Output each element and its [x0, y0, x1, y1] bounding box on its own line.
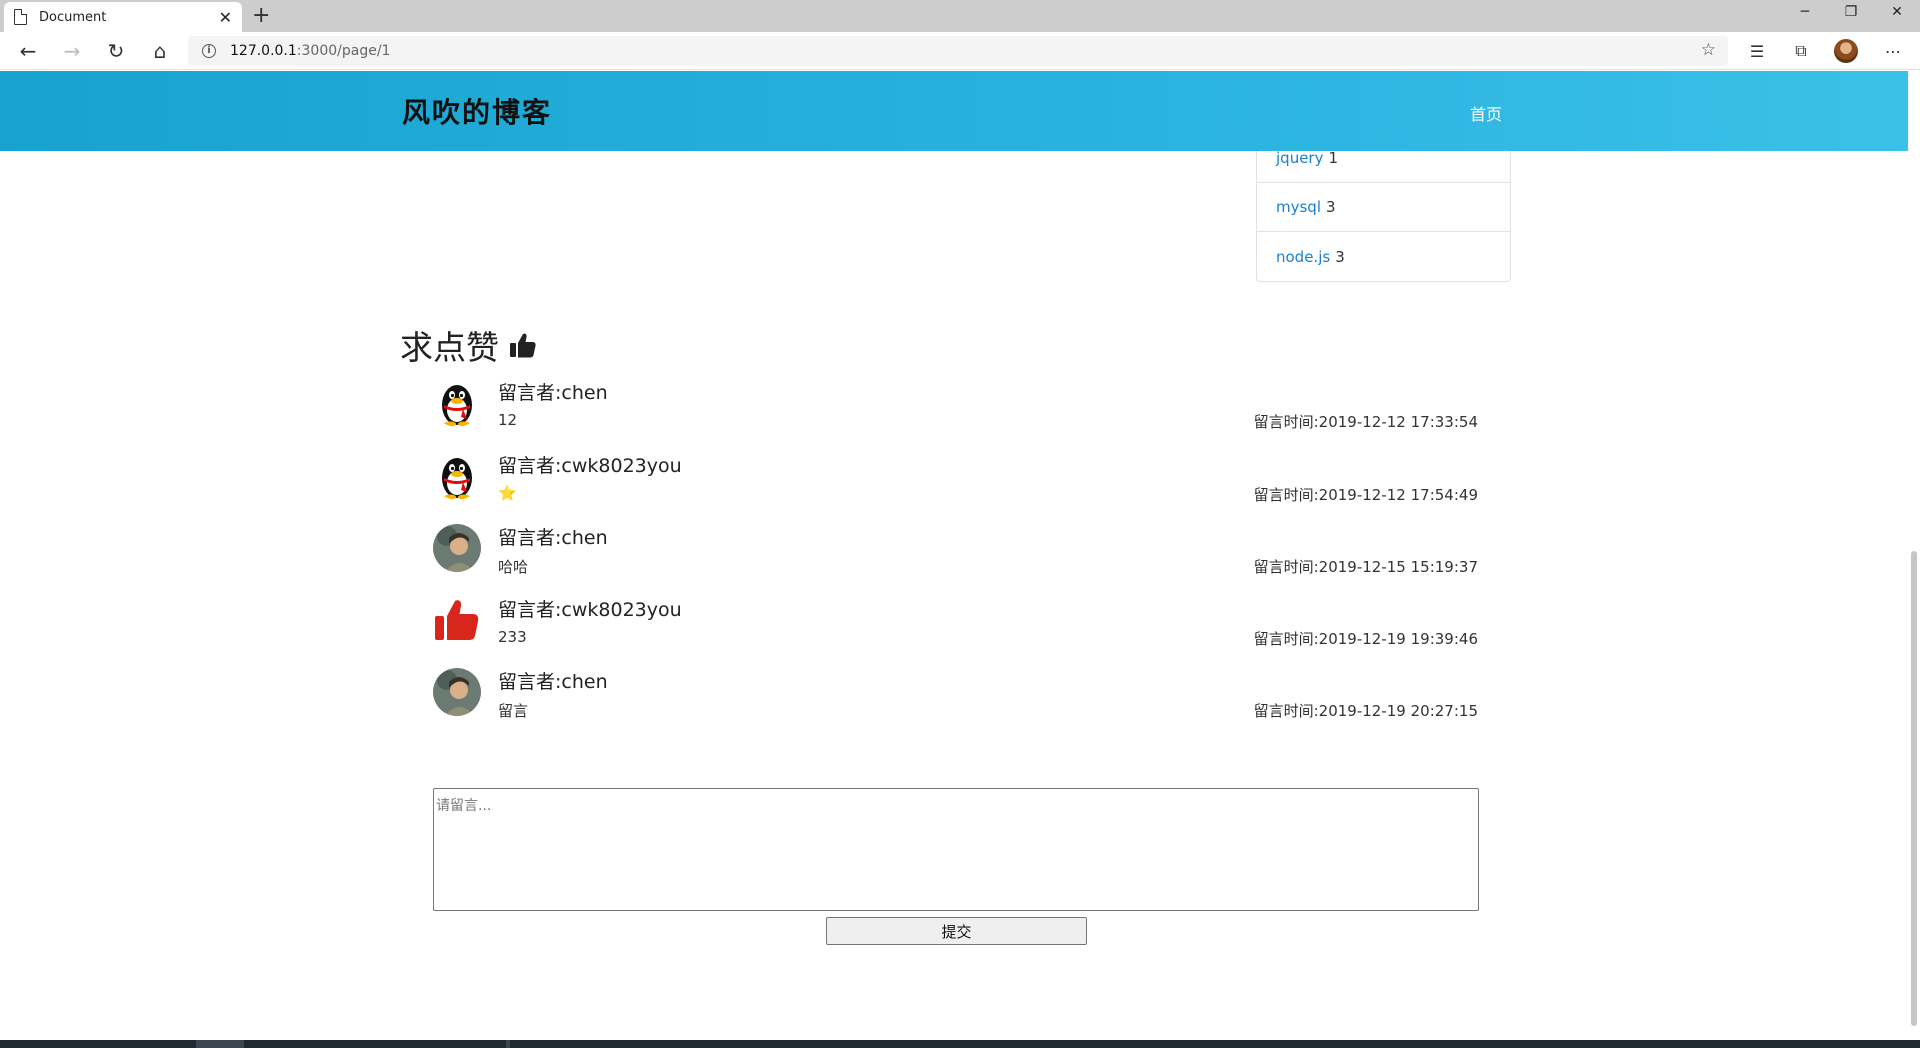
page-viewport: jquery 1 mysql 3 node.js 3 风吹的博客 首页 求点赞 [0, 71, 1920, 1040]
photo-avatar [433, 524, 481, 572]
comment-author: 留言者:chen [498, 382, 608, 404]
taskbar-item[interactable] [196, 1040, 244, 1048]
comment-content: ⭐ [498, 484, 517, 502]
forward-button[interactable]: → [58, 38, 86, 64]
site-brand[interactable]: 风吹的博客 [402, 91, 552, 131]
thumbs-up-avatar-icon [433, 596, 481, 644]
favorites-list-icon[interactable]: ☰ [1744, 39, 1770, 63]
comment-item: 留言者:cwk8023you 233 留言时间:2019-12-19 19:39… [433, 596, 1478, 658]
comment-item: 留言者:cwk8023you ⭐ 留言时间:2019-12-12 17:54:4… [433, 452, 1478, 514]
url-host: 127.0.0.1 [230, 43, 297, 59]
comment-author: 留言者:chen [498, 671, 608, 693]
comment-time: 留言时间:2019-12-19 19:39:46 [1253, 630, 1478, 648]
comment-item: 留言者:chen 留言 留言时间:2019-12-19 20:27:15 [433, 668, 1478, 730]
site-navbar: 风吹的博客 首页 [0, 71, 1908, 151]
profile-avatar[interactable] [1834, 39, 1858, 63]
comment-content: 12 [498, 411, 518, 429]
comment-author: 留言者:cwk8023you [498, 599, 682, 621]
tag-item: node.js 3 [1257, 232, 1510, 281]
comment-author: 留言者:chen [498, 527, 608, 549]
like-section-title: 求点赞 [400, 321, 537, 369]
scrollbar-thumb[interactable] [1911, 551, 1917, 1026]
url-path: :3000/page/1 [296, 43, 391, 59]
tag-count: 3 [1335, 247, 1345, 266]
tag-count: 3 [1326, 198, 1336, 216]
comment-time: 留言时间:2019-12-12 17:54:49 [1253, 486, 1478, 504]
address-bar-row: ← → ↻ ⌂ i 127.0.0.1:3000/page/1 ☆ ☰ ⧉ ⋯ [0, 32, 1920, 70]
nav-home-link[interactable]: 首页 [1470, 101, 1502, 125]
taskbar-item[interactable] [506, 1040, 510, 1048]
comment-content: 哈哈 [498, 558, 529, 576]
close-tab-icon[interactable]: ✕ [219, 8, 232, 27]
qq-penguin-avatar [433, 379, 481, 427]
tag-count: 1 [1328, 149, 1339, 167]
new-tab-button[interactable]: + [252, 3, 270, 28]
comment-content: 233 [498, 628, 527, 646]
collections-icon[interactable]: ⧉ [1788, 39, 1814, 63]
back-button[interactable]: ← [14, 38, 42, 64]
more-menu-icon[interactable]: ⋯ [1880, 39, 1906, 63]
tag-link[interactable]: jquery [1276, 149, 1323, 167]
page-scrollbar[interactable] [1908, 71, 1920, 1040]
like-title-text: 求点赞 [400, 328, 499, 367]
photo-avatar [433, 668, 481, 716]
submit-button[interactable]: 提交 [826, 917, 1087, 945]
window-close-button[interactable]: ✕ [1874, 0, 1920, 24]
comment-item: 留言者:chen 12 留言时间:2019-12-12 17:33:54 [433, 379, 1478, 441]
restore-button[interactable]: ❐ [1828, 0, 1874, 24]
browser-tab-strip: Document ✕ + ─ ❐ ✕ [0, 0, 1920, 32]
tag-item: mysql 3 [1257, 183, 1510, 232]
comment-time: 留言时间:2019-12-15 15:19:37 [1253, 558, 1478, 576]
comment-item: 留言者:chen 哈哈 留言时间:2019-12-15 15:19:37 [433, 524, 1478, 586]
thumbs-up-icon [510, 333, 536, 358]
home-button[interactable]: ⌂ [146, 38, 174, 64]
site-info-icon[interactable]: i [202, 44, 216, 58]
minimize-button[interactable]: ─ [1782, 0, 1828, 24]
browser-tab[interactable]: Document ✕ [4, 2, 242, 32]
comment-author: 留言者:cwk8023you [498, 455, 682, 477]
comment-time: 留言时间:2019-12-19 20:27:15 [1253, 702, 1478, 720]
tab-title: Document [39, 9, 107, 25]
tag-link[interactable]: mysql [1276, 198, 1321, 216]
comment-textarea[interactable] [433, 788, 1479, 911]
favorite-star-icon[interactable]: ☆ [1701, 40, 1716, 60]
address-bar[interactable]: i 127.0.0.1:3000/page/1 ☆ [188, 36, 1728, 66]
refresh-button[interactable]: ↻ [102, 38, 130, 64]
tag-link[interactable]: node.js [1276, 248, 1330, 266]
qq-penguin-avatar [433, 452, 481, 500]
comment-content: 留言 [498, 702, 529, 720]
document-icon [14, 9, 27, 25]
comment-time: 留言时间:2019-12-12 17:33:54 [1253, 413, 1478, 431]
os-taskbar [0, 1040, 1920, 1048]
